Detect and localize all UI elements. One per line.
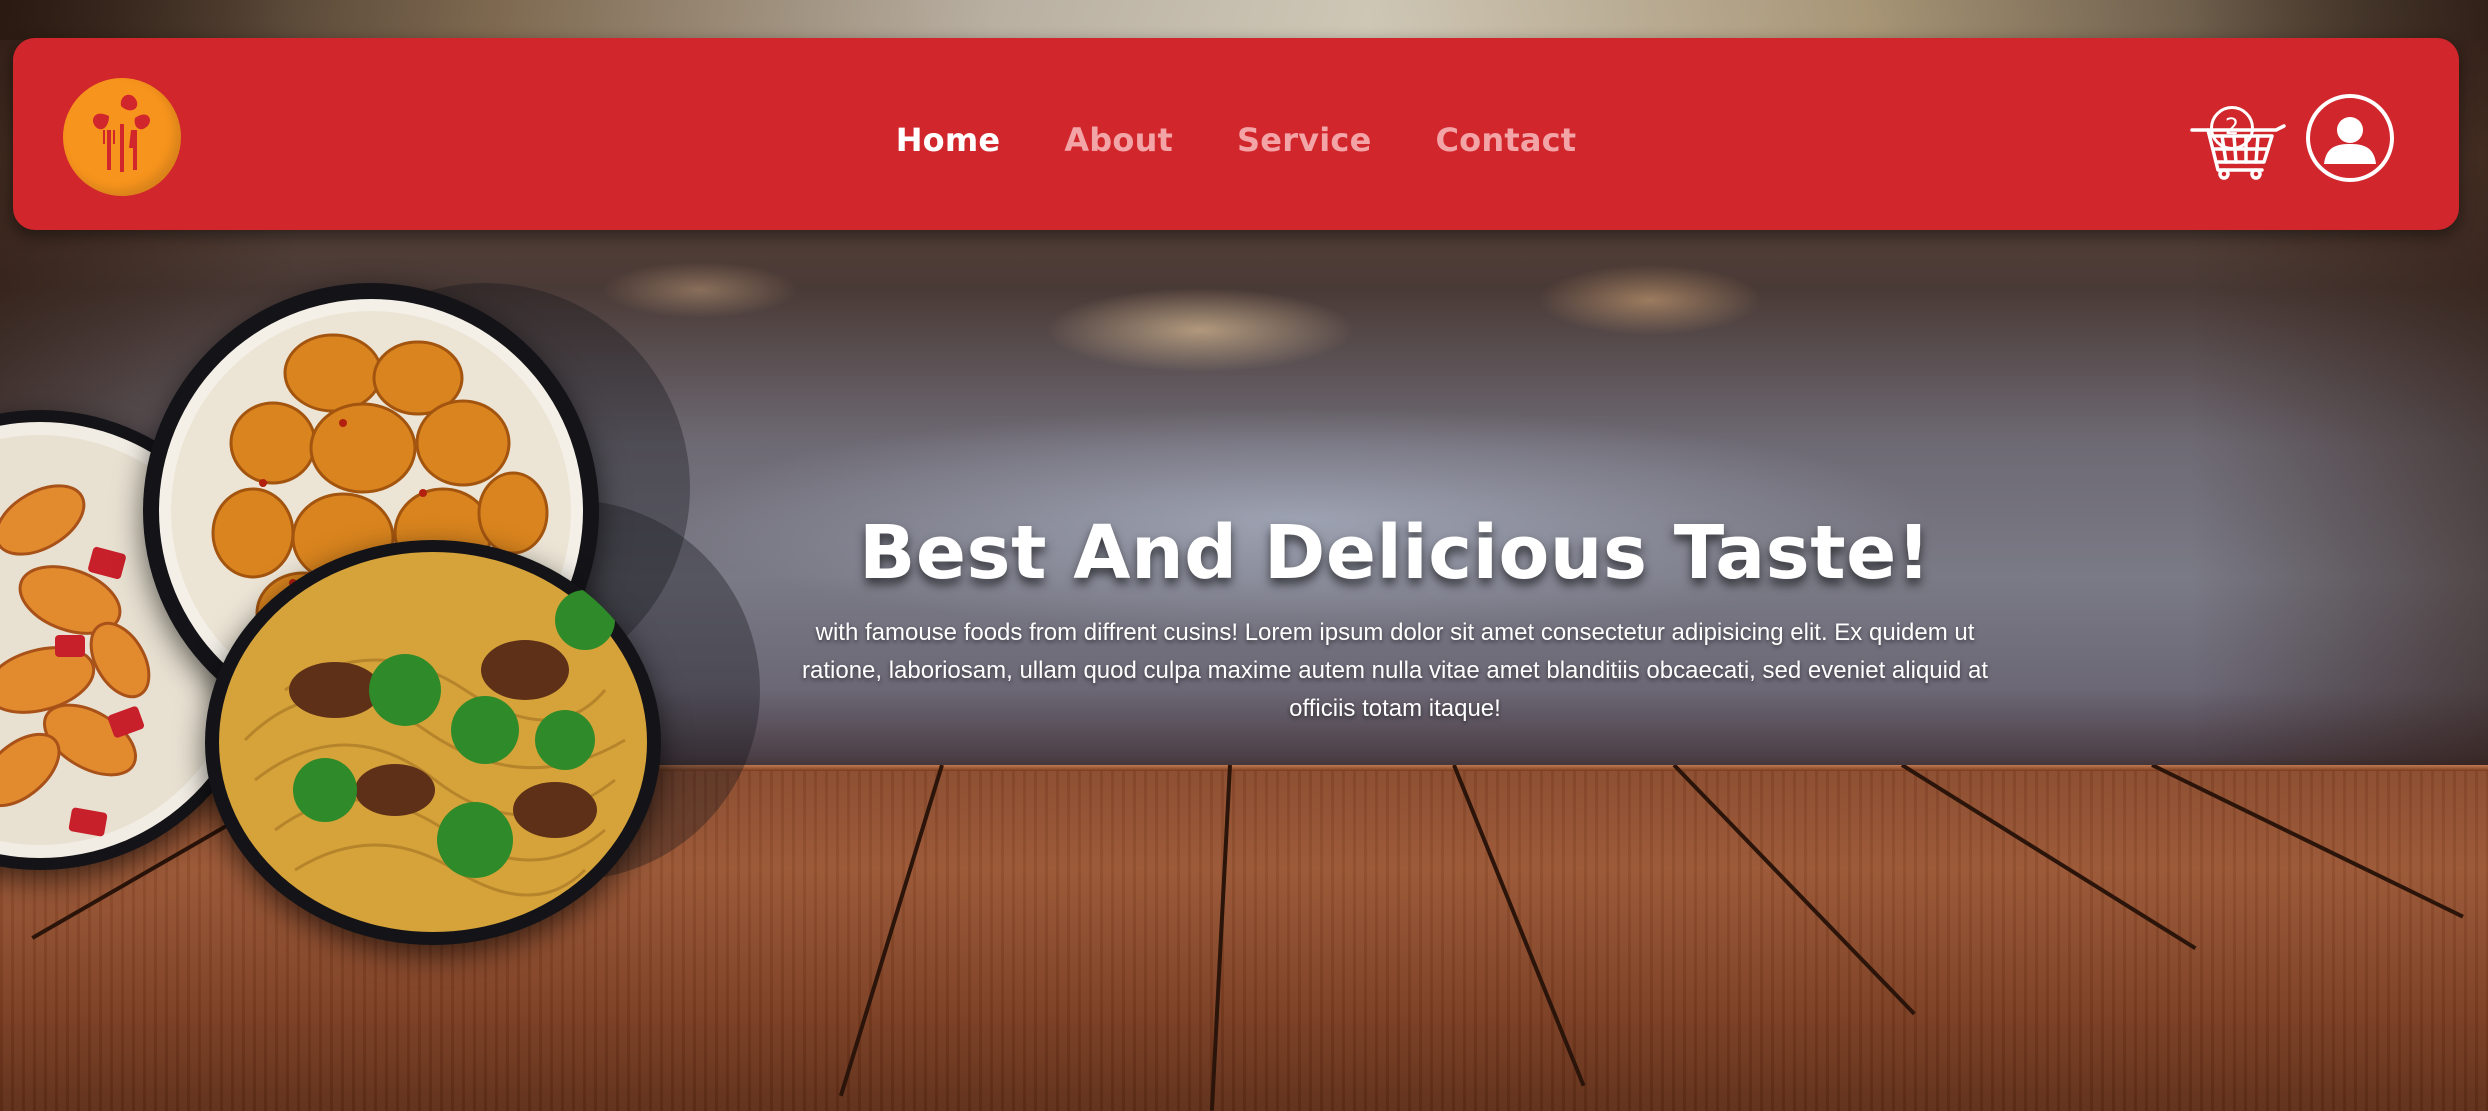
landing-page: Home About Service Contact 2 Best And De… <box>0 0 2488 1111</box>
cart-count-badge: 2 <box>2210 106 2254 150</box>
background-top-strip <box>0 0 2488 40</box>
beef-broccoli-graphic <box>219 552 647 932</box>
user-avatar-icon <box>2324 117 2376 164</box>
nav-link-contact[interactable]: Contact <box>1435 121 1576 159</box>
plank-line <box>1452 765 1586 1087</box>
plank-line <box>1900 765 2197 951</box>
account-button[interactable] <box>2306 94 2394 182</box>
hero-title: Best And Delicious Taste! <box>858 510 1932 596</box>
hero-section: Best And Delicious Taste! with famouse f… <box>760 510 2030 728</box>
navbar: Home About Service Contact 2 <box>13 38 2459 230</box>
plank-line <box>838 765 944 1097</box>
plank-line <box>1209 765 1232 1111</box>
leaf-fork-knife-logo-icon <box>93 94 150 172</box>
beef-broccoli-noodles-image <box>205 540 661 945</box>
nav-link-about[interactable]: About <box>1064 121 1173 159</box>
plank-line <box>1672 765 1916 1016</box>
main-navigation: Home About Service Contact <box>13 38 2459 230</box>
hero-description: with famouse foods from diffrent cusins!… <box>802 619 1988 722</box>
nav-link-home[interactable]: Home <box>896 121 1001 159</box>
cart-button[interactable]: 2 <box>2188 70 2288 180</box>
nav-link-service[interactable]: Service <box>1237 121 1371 159</box>
plank-line <box>2151 765 2464 919</box>
brand-logo[interactable] <box>63 78 181 196</box>
